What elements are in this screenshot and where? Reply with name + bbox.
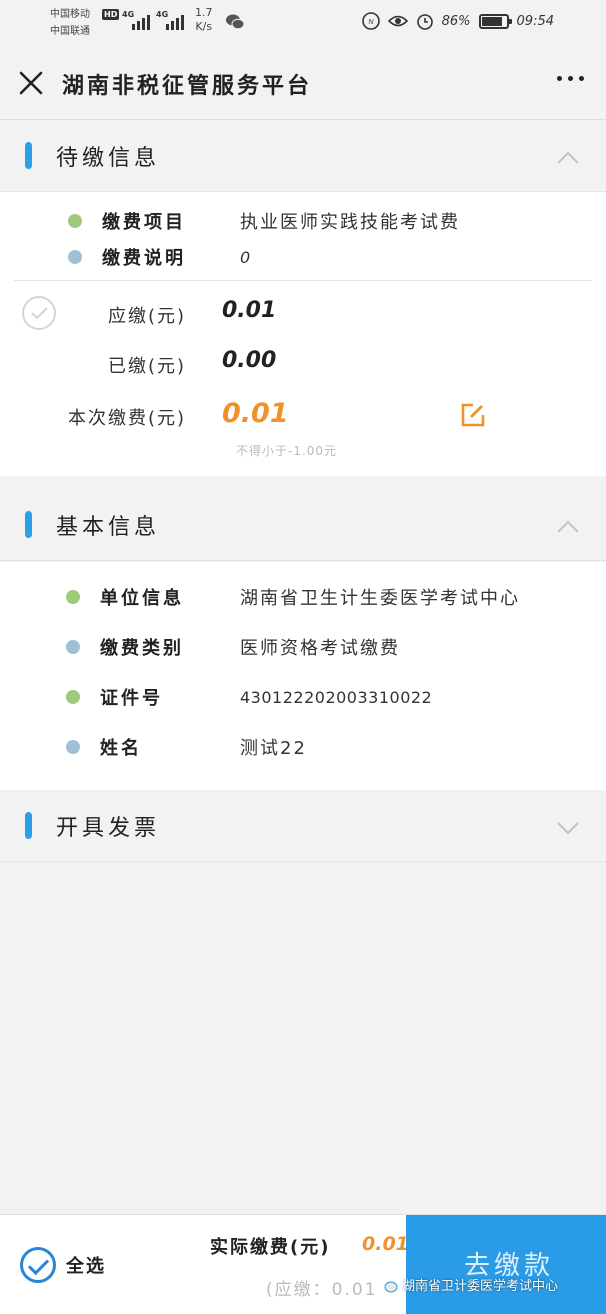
section-title-basic: 基本信息: [56, 515, 161, 540]
pay-item-row: 缴费项目 执业医师实践技能考试费: [68, 208, 460, 234]
due-note: (应缴：0.01: [266, 1280, 378, 1300]
info-value: 医师资格考试缴费: [240, 638, 400, 659]
battery-percent: 86%: [441, 13, 471, 29]
status-dot: [68, 250, 82, 264]
checked-circle-icon: [20, 1247, 56, 1283]
paid-label: 已缴(元): [107, 356, 186, 377]
section-title-pending: 待缴信息: [56, 146, 161, 171]
paid-value: 0.00: [222, 348, 277, 373]
network-speed: 1.7 K/s: [195, 6, 213, 33]
svg-text:N: N: [368, 19, 374, 26]
item-checkbox[interactable]: [22, 296, 56, 330]
current-pay-label: 本次缴费(元): [67, 408, 186, 429]
hd-badge: HD: [102, 9, 120, 20]
status-dot: [66, 740, 80, 754]
signal-icon-2: [166, 12, 184, 30]
nfc-icon: N: [361, 12, 380, 30]
basic-info-card: 单位信息 湖南省卫生计生委医学考试中心 缴费类别 医师资格考试缴费 证件号 43…: [0, 562, 606, 790]
status-dot: [66, 690, 80, 704]
wechat-logo-icon: [378, 1276, 398, 1292]
info-value: 测试22: [240, 738, 307, 759]
status-icons: N 86% 09:54: [361, 12, 554, 30]
carrier-2: 中国联通: [50, 26, 90, 37]
carrier-info: 中国移动 中国联通: [50, 6, 90, 40]
status-dot: [66, 590, 80, 604]
actual-pay-label: 实际缴费(元): [210, 1237, 331, 1258]
section-marker: [25, 142, 32, 169]
info-value: 430122202003310022: [240, 687, 433, 707]
select-all-label: 全选: [66, 1256, 106, 1277]
section-title-invoice: 开具发票: [56, 816, 161, 841]
info-row: 缴费类别 医师资格考试缴费: [66, 634, 400, 660]
chevron-up-icon: [557, 520, 579, 533]
carrier-1: 中国移动: [50, 9, 90, 20]
edit-icon[interactable]: [460, 402, 486, 428]
pay-desc-label: 缴费说明: [102, 248, 186, 269]
status-dot: [68, 214, 82, 228]
pay-item-label: 缴费项目: [102, 212, 186, 233]
eye-icon: [387, 15, 408, 27]
more-button[interactable]: [557, 76, 584, 81]
info-label: 姓名: [100, 738, 142, 759]
close-icon: [19, 71, 43, 95]
bottom-bar: 全选 实际缴费(元) 0.01 (应缴：0.01 去缴款 湖南省卫计委医学考试中…: [0, 1214, 606, 1314]
watermark: 湖南省卫计委医学考试中心: [378, 1275, 558, 1294]
info-value: 湖南省卫生计生委医学考试中心: [240, 588, 520, 609]
divider: [14, 280, 592, 281]
chevron-up-icon: [557, 151, 579, 164]
clock: 09:54: [516, 13, 554, 29]
status-dot: [66, 640, 80, 654]
info-row: 单位信息 湖南省卫生计生委医学考试中心: [66, 584, 520, 610]
amount-hint: 不得小于-1.00元: [236, 444, 338, 458]
pay-button[interactable]: 去缴款: [406, 1215, 606, 1314]
info-row: 姓名 测试22: [66, 734, 307, 760]
info-label: 缴费类别: [100, 638, 184, 659]
check-icon: [31, 307, 48, 320]
actual-pay-value: 0.01: [362, 1233, 409, 1255]
alarm-icon: [416, 14, 433, 30]
status-bar: 中国移动 中国联通 HD 4G 4G 1.7 K/s N 86% 09:54: [0, 0, 606, 46]
wechat-icon: [226, 14, 244, 30]
section-header-basic[interactable]: 基本信息: [0, 489, 606, 561]
pay-desc-row: 缴费说明 0: [68, 244, 252, 270]
due-value: 0.01: [222, 298, 277, 323]
info-label: 单位信息: [100, 588, 184, 609]
page-title: 湖南非税征管服务平台: [62, 74, 313, 99]
watermark-text: 湖南省卫计委医学考试中心: [402, 1279, 559, 1294]
select-all-toggle[interactable]: 全选: [20, 1247, 106, 1283]
section-marker: [25, 812, 32, 839]
info-row: 证件号 430122202003310022: [66, 684, 432, 710]
section-header-invoice[interactable]: 开具发票: [0, 790, 606, 862]
chevron-down-icon: [557, 822, 579, 835]
nav-bar: 湖南非税征管服务平台: [0, 46, 606, 120]
signal-icon: [132, 12, 150, 30]
pending-card: 缴费项目 执业医师实践技能考试费 缴费说明 0 应缴(元) 0.01 已缴(元)…: [0, 192, 606, 476]
pay-desc-value: 0: [240, 247, 253, 267]
current-pay-value[interactable]: 0.01: [222, 398, 289, 429]
more-dots-icon: [557, 76, 562, 81]
close-button[interactable]: [14, 66, 48, 100]
pay-item-value: 执业医师实践技能考试费: [240, 212, 460, 233]
section-header-pending[interactable]: 待缴信息: [0, 120, 606, 192]
battery-icon: [478, 13, 512, 29]
section-marker: [25, 511, 32, 538]
due-label: 应缴(元): [107, 306, 186, 327]
info-label: 证件号: [100, 688, 163, 709]
